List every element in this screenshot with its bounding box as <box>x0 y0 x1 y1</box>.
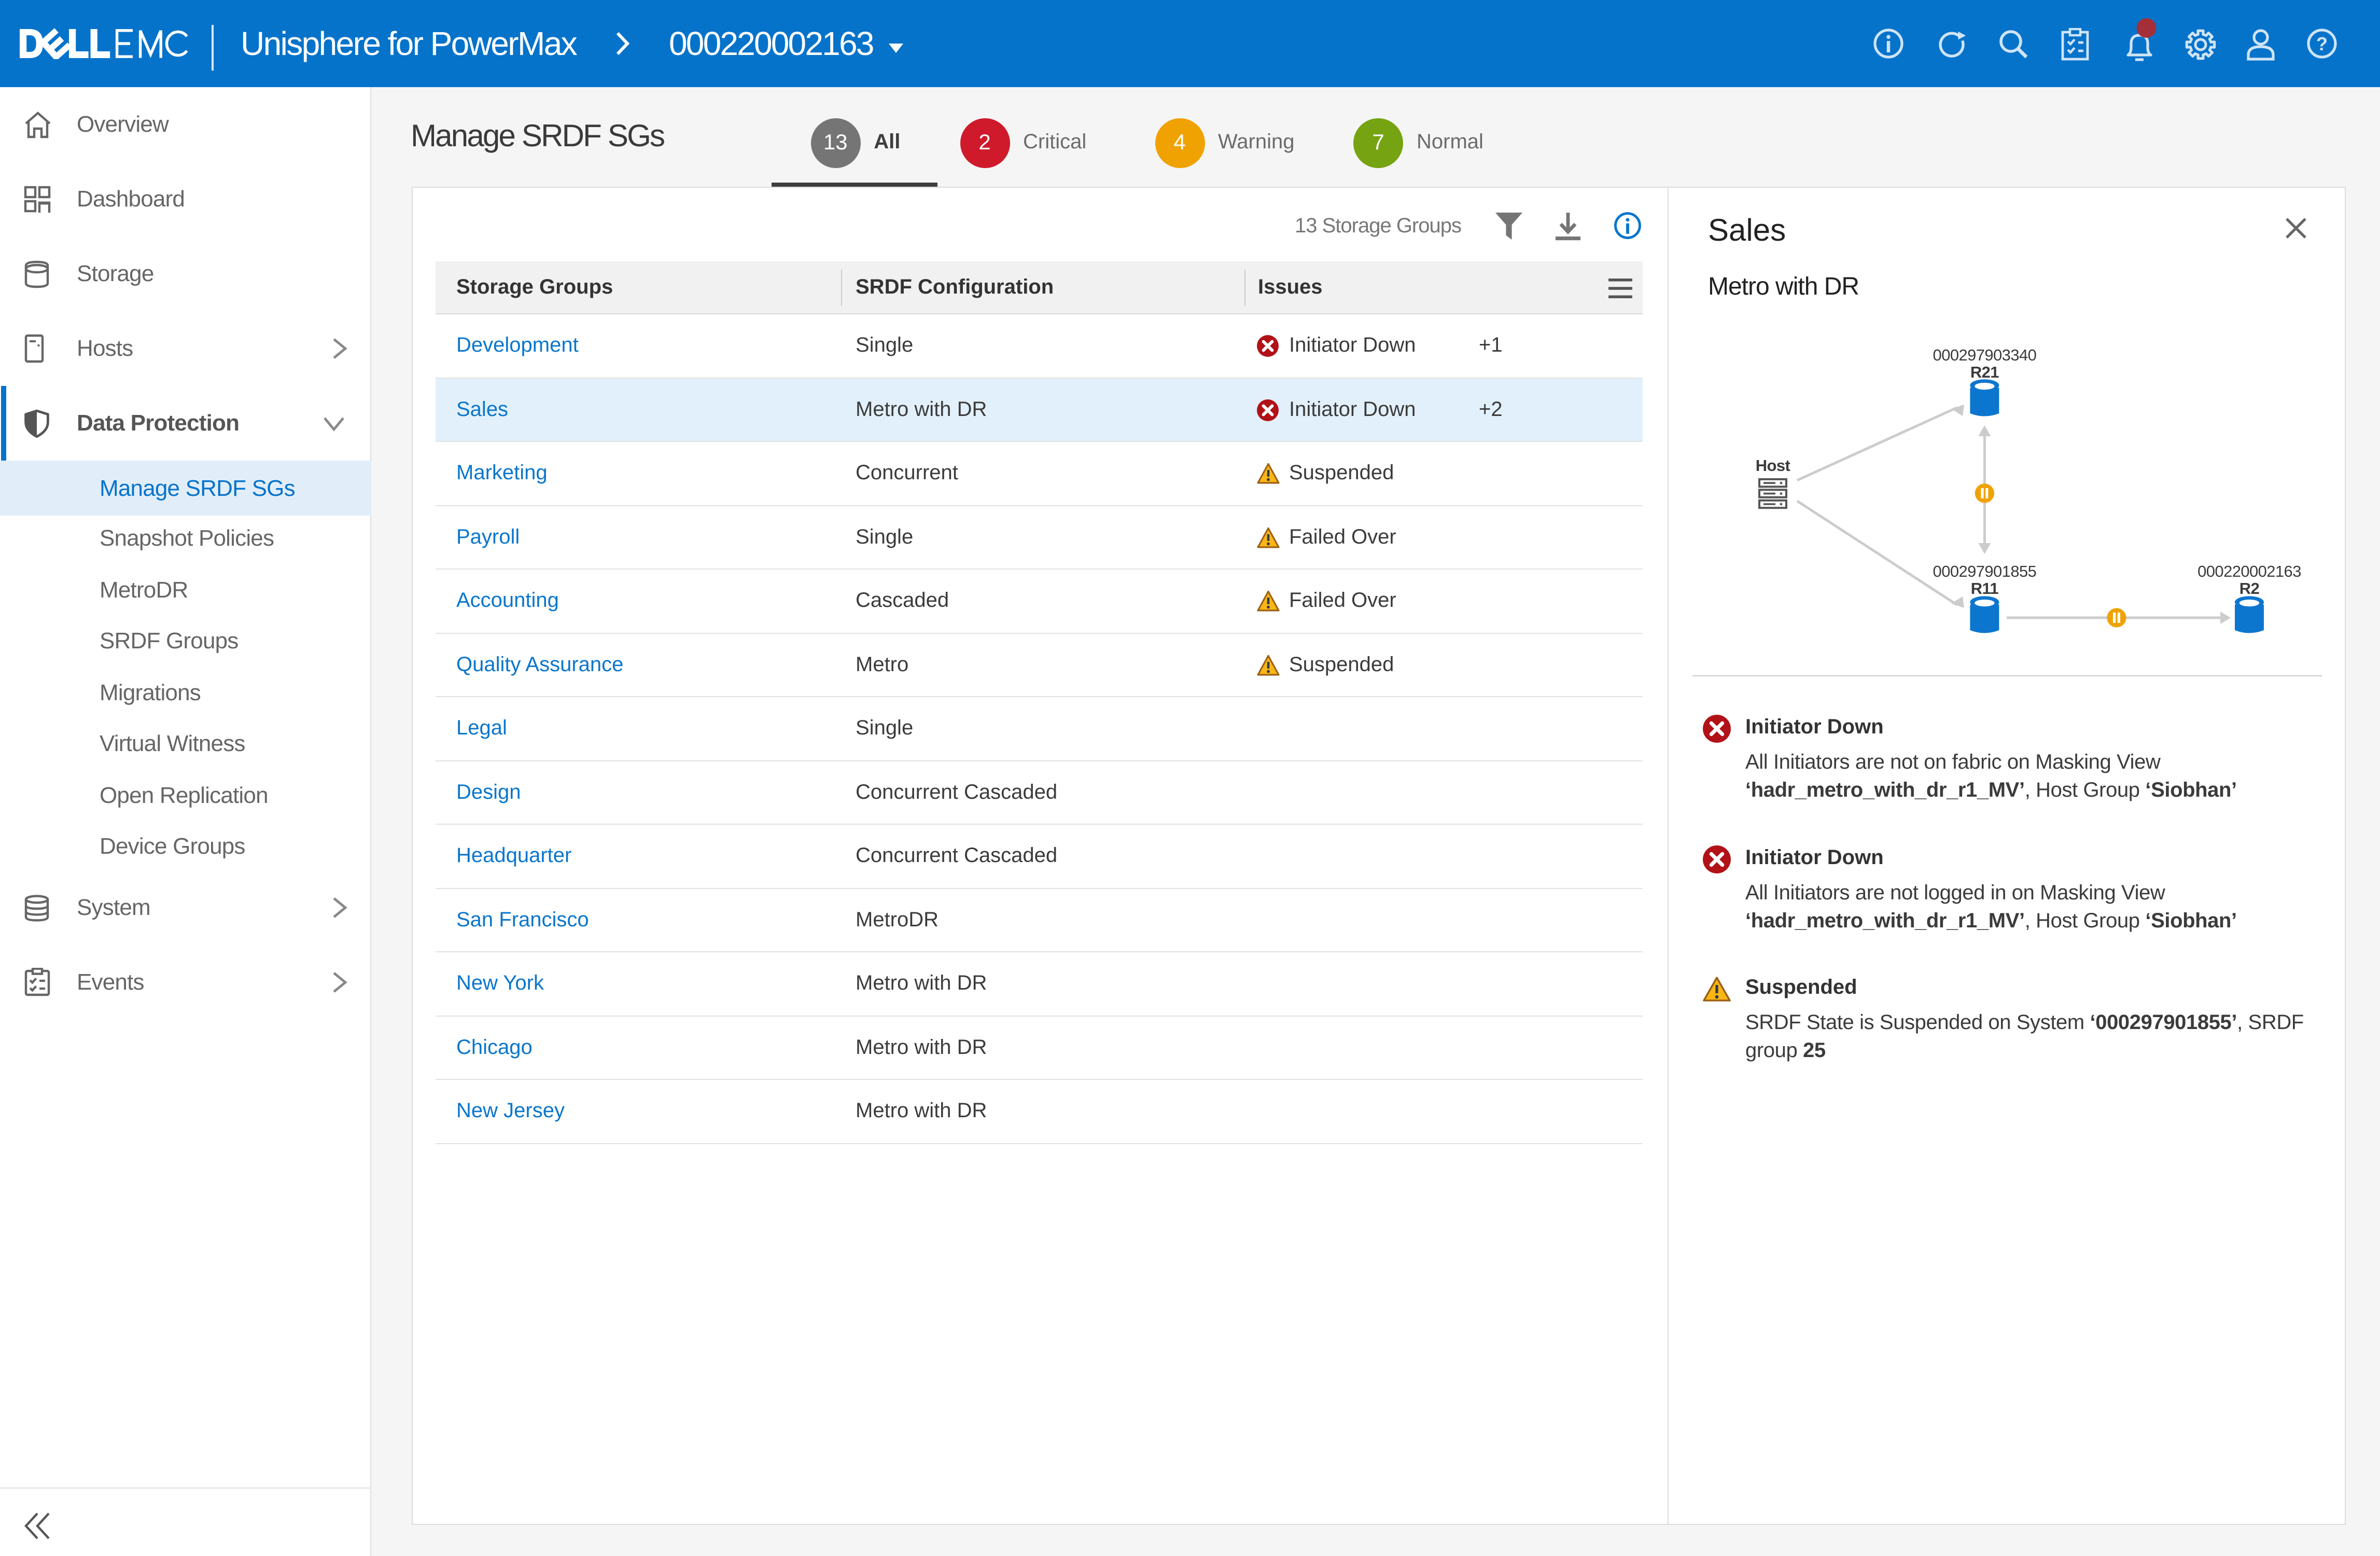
svg-text:?: ? <box>2316 33 2328 54</box>
svg-text:R21: R21 <box>1970 363 1999 381</box>
svg-text:000297903340: 000297903340 <box>1933 346 2037 364</box>
svg-text:R2: R2 <box>2239 579 2259 598</box>
svg-text:000220002163: 000220002163 <box>2197 562 2301 580</box>
svg-text:R11: R11 <box>1971 579 1999 598</box>
svg-text:000297901855: 000297901855 <box>1933 562 2037 580</box>
svg-text:Host: Host <box>1756 456 1790 475</box>
